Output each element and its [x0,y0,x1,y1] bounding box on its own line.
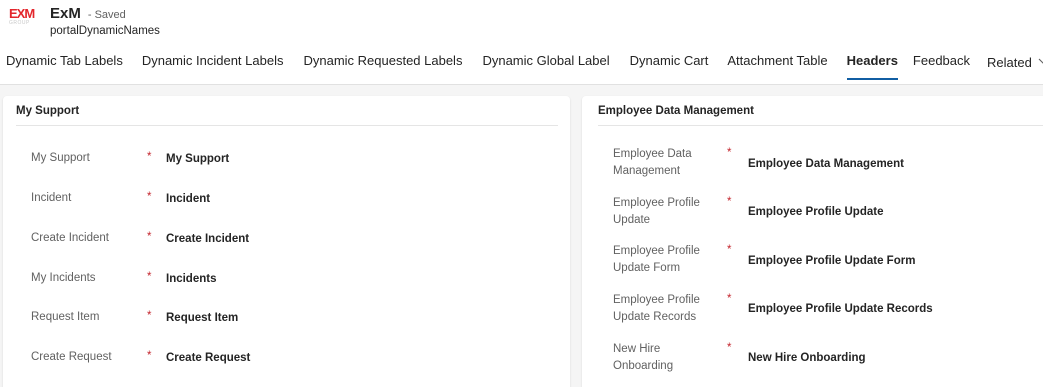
field-label-employee-data-management: Employee Data Management [613,146,692,180]
field-value-employee-profile-update-records[interactable]: Employee Profile Update Records [748,303,933,315]
form-header: EXM GROUP ExM - Saved portalDynamicNames… [0,0,1043,85]
section-divider [16,125,558,126]
required-marker: * [727,147,732,159]
required-marker: * [147,310,152,322]
field-label-employee-profile-update: Employee Profile Update [613,195,700,229]
field-value-incident[interactable]: Incident [166,193,210,205]
field-value-create-request[interactable]: Create Request [166,352,250,364]
label-line: Update Records [613,311,697,323]
section-title: Employee Data Management [598,105,754,117]
label-line: Employee Profile [613,294,700,306]
logo-text: EXM [9,6,35,21]
label-line: Employee Profile [613,197,700,209]
field-label-request-item: Request Item [31,311,100,323]
label-line: Update [613,214,651,226]
label-line: Management [613,165,681,177]
required-marker: * [727,293,732,305]
field-label-incident: Incident [31,192,72,204]
tab-dynamic-requested-labels[interactable]: Dynamic Requested Labels [303,52,462,84]
required-marker: * [147,350,152,362]
field-label-new-hire-onboarding: New Hire Onboarding [613,341,673,375]
section-title: My Support [16,105,80,117]
tab-related[interactable]: Related [987,52,1043,84]
field-value-request-item[interactable]: Request Item [166,312,238,324]
tab-dynamic-tab-labels[interactable]: Dynamic Tab Labels [6,52,123,84]
field-label-my-incidents: My Incidents [31,272,96,284]
required-marker: * [727,196,732,208]
required-marker: * [727,244,732,256]
tab-dynamic-global-label[interactable]: Dynamic Global Label [482,52,609,84]
tab-bar: Dynamic Tab Labels Dynamic Incident Labe… [0,52,1043,84]
section-divider [598,125,1043,126]
save-status: - Saved [87,9,126,21]
logo-subtext: GROUP [9,20,30,26]
label-line: Employee Profile [613,245,700,257]
field-label-employee-profile-update-records: Employee Profile Update Records [613,292,700,326]
field-value-employee-data-management[interactable]: Employee Data Management [748,158,904,170]
label-line: New Hire [613,343,661,355]
tab-related-label: Related [987,55,1032,70]
title-row: ExM - Saved [50,5,126,22]
tab-dynamic-cart[interactable]: Dynamic Cart [630,52,709,84]
field-value-new-hire-onboarding[interactable]: New Hire Onboarding [748,352,866,364]
required-marker: * [147,271,152,283]
field-value-my-incidents[interactable]: Incidents [166,273,216,285]
tab-feedback[interactable]: Feedback [913,52,970,84]
required-marker: * [147,231,152,243]
label-line: Onboarding [613,360,674,372]
field-label-create-request: Create Request [31,351,112,363]
tab-dynamic-incident-labels[interactable]: Dynamic Incident Labels [142,52,284,84]
field-label-my-support: My Support [31,152,90,164]
field-value-employee-profile-update[interactable]: Employee Profile Update [748,206,883,218]
chevron-down-icon [1038,52,1043,70]
field-value-employee-profile-update-form[interactable]: Employee Profile Update Form [748,255,915,267]
section-my-support: My Support My Support * My Support Incid… [3,96,570,387]
record-entity-name: portalDynamicNames [50,25,160,37]
required-marker: * [147,191,152,203]
tab-headers[interactable]: Headers [846,52,899,84]
required-marker: * [147,151,152,163]
field-value-my-support[interactable]: My Support [166,153,229,165]
label-line: Employee Data [613,148,692,160]
required-marker: * [727,342,732,354]
section-employee-data-management: Employee Data Management Employee Data M… [582,96,1043,387]
exm-logo: EXM GROUP [9,7,39,29]
field-label-employee-profile-update-form: Employee Profile Update Form [613,243,700,277]
record-title: ExM [50,5,81,22]
label-line: Update Form [613,262,681,274]
field-value-create-incident[interactable]: Create Incident [166,233,249,245]
tab-attachment-table[interactable]: Attachment Table [727,52,827,84]
field-label-create-incident: Create Incident [31,232,109,244]
